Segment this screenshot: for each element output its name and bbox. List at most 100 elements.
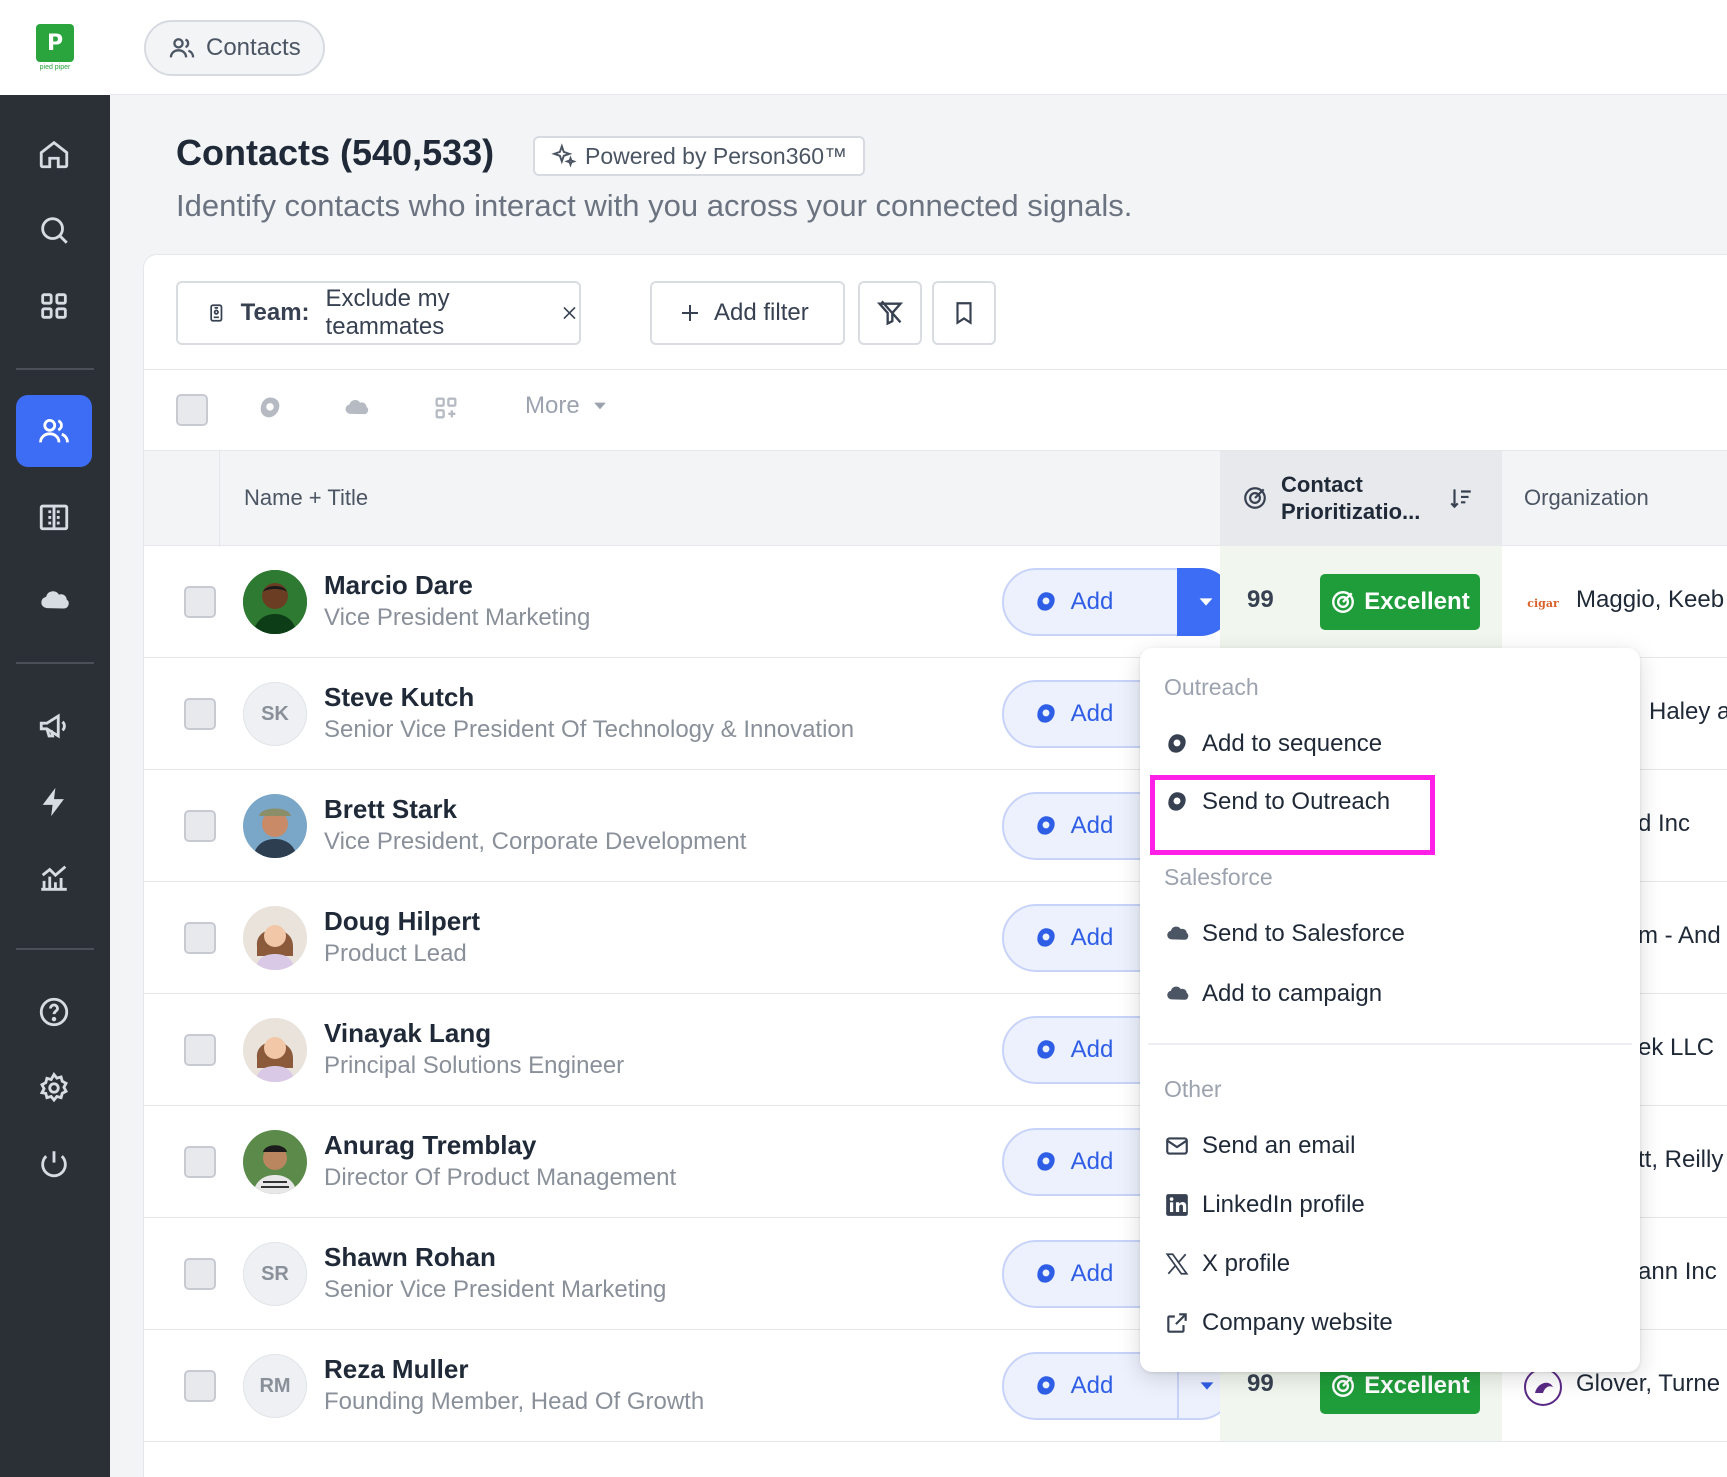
contact-name[interactable]: Brett Stark	[324, 794, 457, 825]
contact-name[interactable]: Vinayak Lang	[324, 1018, 491, 1049]
contact-title: Vice President, Corporate Development	[324, 828, 747, 855]
row-checkbox[interactable]	[184, 922, 216, 954]
outreach-icon	[1036, 1376, 1055, 1395]
contact-name[interactable]: Shawn Rohan	[324, 1242, 496, 1273]
nav-divider	[16, 662, 94, 664]
badge-icon	[210, 304, 223, 322]
lightning-icon	[42, 787, 64, 817]
outreach-icon	[1036, 1264, 1055, 1283]
row-checkbox[interactable]	[184, 1034, 216, 1066]
clear-filters-button[interactable]	[858, 281, 922, 345]
nav-divider	[16, 948, 94, 950]
add-filter-button[interactable]: Add filter	[650, 281, 845, 345]
menu-item-send-to-salesforce[interactable]: Send to Salesforce	[1164, 920, 1405, 948]
add-label: Add	[1070, 700, 1114, 727]
organization-name[interactable]: ek LLC	[1638, 1034, 1714, 1062]
outreach-icon	[1168, 734, 1186, 753]
avatar	[243, 570, 307, 634]
select-all-checkbox[interactable]	[176, 394, 208, 426]
nav-logout[interactable]	[16, 1128, 92, 1200]
contact-name[interactable]: Anurag Tremblay	[324, 1130, 536, 1161]
menu-item-company-website[interactable]: Company website	[1164, 1309, 1393, 1337]
contact-title: Senior Vice President Marketing	[324, 1276, 667, 1303]
prio-header-line2: Prioritizatio...	[1281, 499, 1421, 524]
menu-item-x-profile[interactable]: X profile	[1164, 1250, 1290, 1278]
column-name-title[interactable]: Name + Title	[244, 485, 368, 511]
organization-name[interactable]: ann Inc	[1638, 1258, 1717, 1286]
bulk-salesforce-button[interactable]	[342, 394, 370, 422]
nav-signals[interactable]	[16, 766, 92, 838]
row-checkbox[interactable]	[184, 1146, 216, 1178]
linkedin-icon	[1166, 1194, 1188, 1216]
add-filter-label: Add filter	[714, 299, 809, 326]
contact-name[interactable]: Reza Muller	[324, 1354, 469, 1385]
nav-apps[interactable]	[16, 270, 92, 342]
outreach-icon	[1036, 1152, 1055, 1171]
column-contact-prioritization[interactable]: Contact Prioritizatio...	[1220, 451, 1502, 547]
avatar	[243, 1018, 307, 1082]
avatar: RM	[243, 1354, 307, 1418]
top-bar: Contacts	[110, 0, 1727, 95]
row-checkbox[interactable]	[184, 810, 216, 842]
add-button[interactable]: Add	[1002, 568, 1234, 636]
nav-campaigns[interactable]	[16, 690, 92, 762]
sort-desc-icon[interactable]	[1448, 485, 1474, 511]
menu-item-linkedin[interactable]: LinkedIn profile	[1164, 1191, 1365, 1219]
nav-analytics[interactable]	[16, 842, 92, 914]
target-icon	[1332, 1375, 1355, 1397]
organization-name[interactable]: Haley a	[1649, 698, 1727, 726]
breadcrumb-label: Contacts	[206, 34, 301, 61]
table-row[interactable]: Marcio Dare Vice President Marketing Add…	[144, 546, 1727, 658]
menu-item-add-to-campaign[interactable]: Add to campaign	[1164, 980, 1382, 1008]
target-icon	[1244, 487, 1266, 509]
sparkle-icon	[551, 143, 577, 168]
nav-divider	[16, 368, 94, 370]
nav-salesforce[interactable]	[16, 565, 92, 637]
team-filter-chip[interactable]: Team: Exclude my teammates	[176, 281, 581, 345]
more-dropdown[interactable]: More	[525, 392, 610, 420]
organization-name[interactable]: d Inc	[1638, 810, 1690, 838]
close-icon[interactable]	[560, 302, 579, 324]
bulk-apps-button[interactable]	[432, 394, 460, 422]
organization-name[interactable]: m - And	[1638, 922, 1721, 950]
table-header: Name + Title Contact Prioritizatio... Org…	[144, 450, 1727, 547]
add-label: Add	[1070, 1260, 1114, 1287]
organization-name[interactable]: Glover, Turne	[1576, 1370, 1720, 1398]
row-checkbox[interactable]	[184, 1370, 216, 1402]
row-checkbox[interactable]	[184, 1258, 216, 1290]
salesforce-cloud-icon	[1167, 926, 1189, 940]
add-actions-menu: Outreach Add to sequence Send to Outreac…	[1140, 648, 1640, 1372]
column-organization[interactable]: Organization	[1524, 485, 1649, 511]
nav-home[interactable]	[16, 118, 92, 190]
nav-search[interactable]	[16, 194, 92, 266]
menu-item-send-email[interactable]: Send an email	[1164, 1132, 1355, 1160]
app-logo[interactable]: P pied piper	[0, 0, 110, 95]
logo-text: pied piper	[39, 64, 71, 71]
add-label: Add	[1070, 1372, 1114, 1399]
menu-item-label: Add to sequence	[1202, 730, 1383, 757]
row-checkbox[interactable]	[184, 586, 216, 618]
save-view-button[interactable]	[932, 281, 996, 345]
nav-settings[interactable]	[16, 1052, 92, 1124]
more-label: More	[525, 392, 580, 419]
add-label: Add	[1070, 812, 1114, 839]
x-logo-icon	[1165, 1253, 1189, 1275]
external-link-icon	[1167, 1313, 1187, 1333]
contact-title: Senior Vice President Of Technology & In…	[324, 716, 855, 743]
organization-name[interactable]: tt, Reilly	[1638, 1146, 1723, 1174]
contact-name[interactable]: Doug Hilpert	[324, 906, 480, 937]
breadcrumb[interactable]: Contacts	[144, 20, 325, 76]
add-label: Add	[1070, 588, 1114, 615]
powered-by-label: Powered by Person360™	[585, 142, 848, 169]
row-checkbox[interactable]	[184, 698, 216, 730]
menu-item-label: LinkedIn profile	[1202, 1191, 1365, 1218]
nav-contacts[interactable]	[16, 395, 92, 467]
contact-name[interactable]: Marcio Dare	[324, 570, 473, 601]
add-label: Add	[1070, 1036, 1114, 1063]
organization-name[interactable]: Maggio, Keeb	[1576, 586, 1724, 614]
nav-help[interactable]	[16, 976, 92, 1048]
menu-item-add-to-sequence[interactable]: Add to sequence	[1164, 730, 1382, 758]
contact-name[interactable]: Steve Kutch	[324, 682, 474, 713]
nav-organizations[interactable]	[16, 480, 92, 552]
bulk-outreach-button[interactable]	[256, 394, 284, 422]
